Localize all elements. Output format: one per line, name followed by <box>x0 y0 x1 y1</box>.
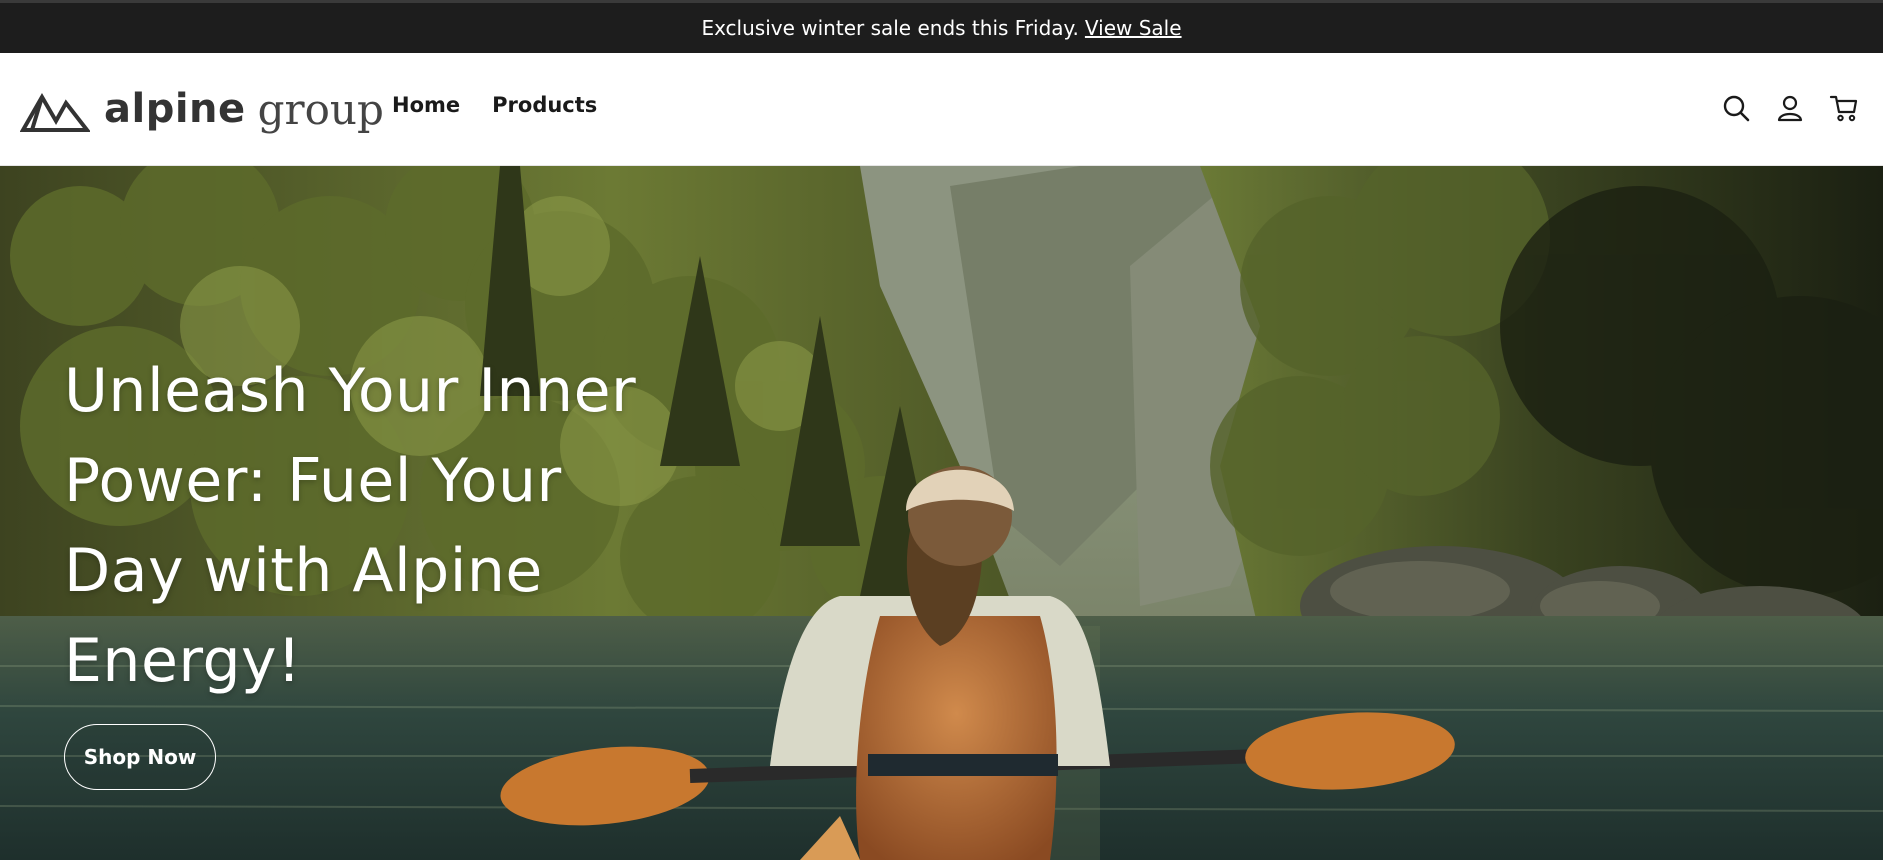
account-icon <box>1777 95 1803 122</box>
nav-home[interactable]: Home <box>392 93 460 117</box>
hero-title-line-4: Energy! <box>64 626 302 696</box>
cart-button[interactable] <box>1827 91 1861 125</box>
cart-icon <box>1829 95 1858 122</box>
nav-products[interactable]: Products <box>492 93 597 117</box>
announcement-bar: Exclusive winter sale ends this Friday. … <box>0 0 1883 53</box>
hero-title-line-1: Unleash Your Inner <box>64 356 637 426</box>
search-icon <box>1723 95 1750 122</box>
shop-now-button[interactable]: Shop Now <box>64 724 216 790</box>
hero-content: Unleash Your Inner Power: Fuel Your Day … <box>64 346 684 790</box>
header-icons <box>1699 91 1861 125</box>
logo-word-group: group <box>257 84 384 134</box>
account-button[interactable] <box>1773 91 1807 125</box>
view-sale-link[interactable]: View Sale <box>1085 16 1182 40</box>
search-button[interactable] <box>1719 91 1753 125</box>
mountain-logo-icon <box>20 93 90 132</box>
logo[interactable]: alpine group <box>20 79 384 139</box>
main-nav: Home Products <box>392 93 629 117</box>
hero-banner: Unleash Your Inner Power: Fuel Your Day … <box>0 166 1883 860</box>
hero-title: Unleash Your Inner Power: Fuel Your Day … <box>64 346 684 706</box>
hero-title-line-2: Power: Fuel Your <box>64 446 562 516</box>
site-header: alpine group Home Products <box>0 53 1883 166</box>
hero-title-line-3: Day with Alpine <box>64 536 543 606</box>
logo-word-alpine: alpine <box>104 86 246 132</box>
announcement-text: Exclusive winter sale ends this Friday. <box>701 16 1079 40</box>
